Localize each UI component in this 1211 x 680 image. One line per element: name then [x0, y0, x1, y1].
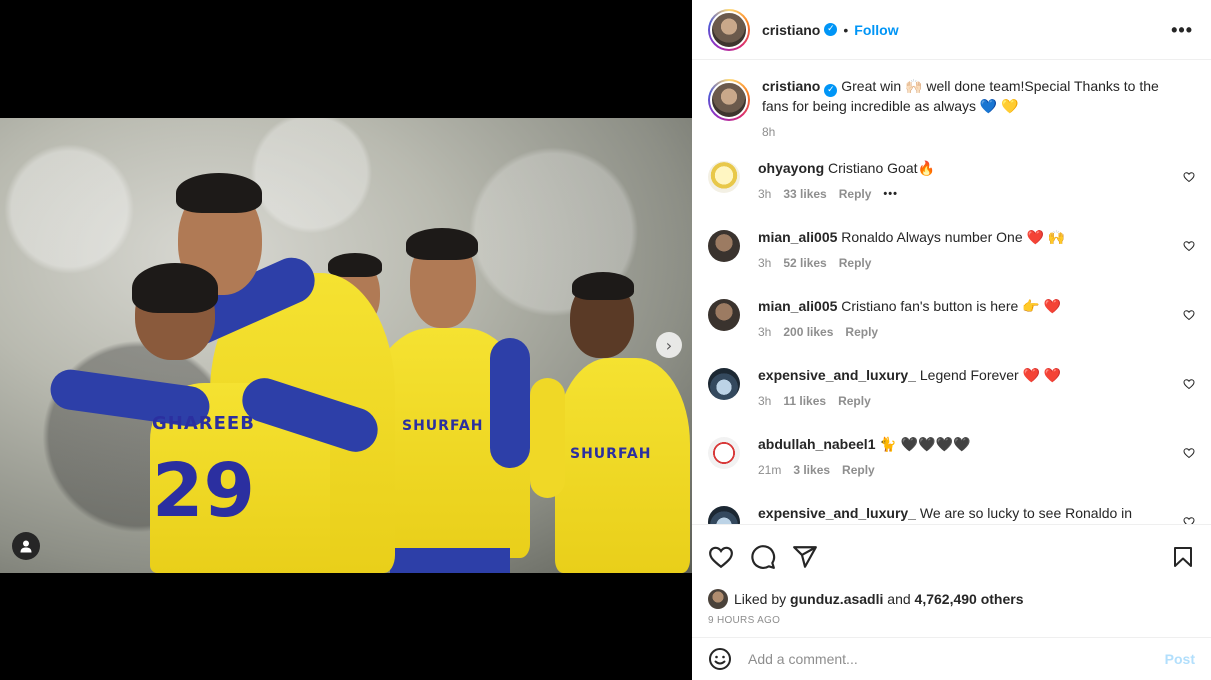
reply-button[interactable]: Reply [845, 323, 878, 341]
comment-text: Cristiano fan's button is here 👉 ❤️ [841, 298, 1061, 314]
comment-time[interactable]: 3h [758, 323, 771, 341]
liker-avatar[interactable] [708, 589, 728, 609]
comment-item: mian_ali005 Ronaldo Always number One ❤️… [708, 228, 1195, 297]
author-avatar[interactable] [708, 8, 750, 51]
comment-likes[interactable]: 11 likes [783, 392, 826, 410]
reply-button[interactable]: Reply [839, 185, 872, 203]
next-media-button[interactable]: › [656, 332, 682, 358]
comment-text: Legend Forever ❤️ ❤️ [919, 367, 1062, 383]
tagged-users-button[interactable] [12, 532, 40, 560]
comment-time[interactable]: 3h [758, 254, 771, 272]
more-options-button[interactable]: ••• [1171, 20, 1193, 41]
comment-item: mian_ali005 Cristiano fan's button is he… [708, 297, 1195, 366]
comment-avatar[interactable] [708, 299, 740, 331]
heart-icon[interactable] [1183, 309, 1195, 321]
liker-username[interactable]: gunduz.asadli [790, 591, 883, 607]
player-right: SHURFAH [530, 268, 690, 573]
comment-username[interactable]: expensive_and_luxury_ [758, 367, 916, 383]
likes-summary: Liked by gunduz.asadli and 4,762,490 oth… [708, 589, 1195, 609]
bookmark-icon[interactable] [1171, 544, 1195, 570]
comment-text: Ronaldo Always number One ❤️ 🙌 [841, 229, 1066, 245]
comment-likes[interactable]: 3 likes [793, 461, 830, 479]
user-icon [20, 540, 32, 553]
player-front: 29 GHAREEB [40, 263, 384, 573]
media-pane: SHURFAH SHURFAH 29 GHAREEB › [0, 0, 692, 680]
heart-icon[interactable] [1183, 240, 1195, 252]
post-side-panel: cristiano ✓ • Follow ••• cristiano ✓ Grea… [692, 0, 1211, 680]
add-comment-bar: Add a comment... Post [692, 637, 1211, 680]
heart-icon[interactable] [1183, 447, 1195, 459]
comment-username[interactable]: abdullah_nabeel1 [758, 436, 875, 452]
comment-avatar[interactable] [708, 230, 740, 262]
comment-item: abdullah_nabeel1 🐈 🖤🖤🖤🖤 21m 3 likes Repl… [708, 435, 1195, 504]
chevron-right-icon: › [665, 335, 673, 355]
caption-username[interactable]: cristiano [762, 78, 820, 94]
author-username[interactable]: cristiano [762, 22, 820, 38]
comment-icon[interactable] [750, 544, 776, 570]
comment-input[interactable]: Add a comment... [748, 651, 1165, 667]
likes-count[interactable]: 4,762,490 others [915, 591, 1024, 607]
comment-time[interactable]: 21m [758, 461, 781, 479]
comment-more-button[interactable]: ••• [883, 185, 898, 203]
caption-avatar[interactable] [708, 79, 750, 121]
post-photo[interactable]: SHURFAH SHURFAH 29 GHAREEB [0, 118, 692, 573]
comment-username[interactable]: ohyayong [758, 160, 824, 176]
comment-avatar[interactable] [708, 506, 740, 524]
post-header: cristiano ✓ • Follow ••• [692, 0, 1211, 60]
comment-item: expensive_and_luxury_ We are so lucky to… [708, 504, 1195, 524]
comment-time[interactable]: 3h [758, 392, 771, 410]
liked-by-joiner: and [887, 591, 911, 607]
comment-username[interactable]: mian_ali005 [758, 298, 837, 314]
comments-list[interactable]: cristiano ✓ Great win 🙌🏻 well done team!S… [692, 61, 1211, 524]
comment-username[interactable]: mian_ali005 [758, 229, 837, 245]
comment-username[interactable]: expensive_and_luxury_ [758, 505, 916, 521]
verified-icon: ✓ [824, 23, 838, 36]
comment-item: expensive_and_luxury_ Legend Forever ❤️ … [708, 366, 1195, 435]
heart-icon[interactable] [1183, 378, 1195, 390]
comment-avatar[interactable] [708, 437, 740, 469]
reply-button[interactable]: Reply [842, 461, 875, 479]
heart-icon[interactable] [1183, 171, 1195, 183]
post-timestamp[interactable]: 9 HOURS AGO [708, 615, 1195, 626]
comment-text: We are so lucky to see Ronaldo in [919, 505, 1133, 521]
liked-by-prefix: Liked by [734, 591, 787, 607]
comment-avatar[interactable] [708, 161, 740, 193]
comment-text: Cristiano Goat🔥 [828, 160, 935, 176]
send-icon[interactable] [792, 544, 818, 570]
comment-likes[interactable]: 33 likes [783, 185, 826, 203]
comment-text: 🐈 🖤🖤🖤🖤 [879, 436, 971, 452]
comment-likes[interactable]: 52 likes [783, 254, 826, 272]
post-actions: Liked by gunduz.asadli and 4,762,490 oth… [692, 524, 1211, 626]
separator-dot: • [843, 21, 849, 38]
comment-item: ohyayong Cristiano Goat🔥 3h 33 likes Rep… [708, 159, 1195, 228]
player-number: 29 [152, 448, 255, 534]
heart-icon[interactable] [708, 544, 734, 570]
post-comment-button[interactable]: Post [1165, 651, 1195, 667]
follow-button[interactable]: Follow [854, 22, 898, 38]
caption-time[interactable]: 8h [762, 123, 775, 141]
player-name: GHAREEB [152, 413, 255, 434]
smiley-icon[interactable] [708, 647, 732, 671]
comment-time[interactable]: 3h [758, 185, 771, 203]
caption-text: Great win 🙌🏻 well done team!Special Than… [762, 78, 1159, 114]
comment-avatar[interactable] [708, 368, 740, 400]
reply-button[interactable]: Reply [839, 254, 872, 272]
verified-icon: ✓ [824, 84, 838, 97]
comment-likes[interactable]: 200 likes [783, 323, 833, 341]
post-caption: cristiano ✓ Great win 🙌🏻 well done team!S… [708, 61, 1195, 147]
heart-icon[interactable] [1183, 516, 1195, 524]
reply-button[interactable]: Reply [838, 392, 871, 410]
